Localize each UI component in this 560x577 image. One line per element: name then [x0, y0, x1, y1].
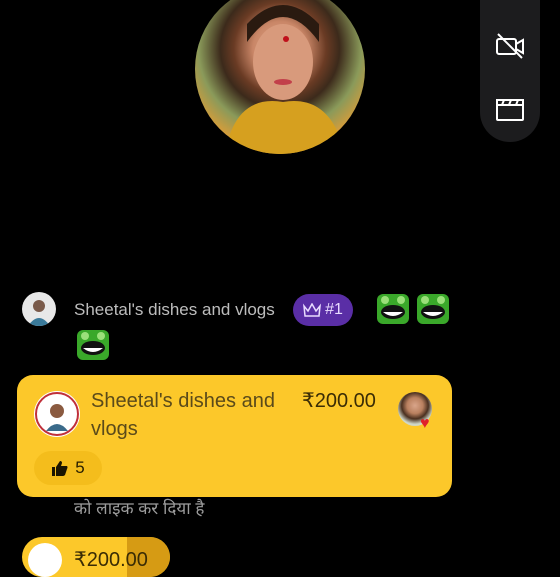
laughing-frog-icon	[377, 294, 409, 324]
laughing-frog-icon	[77, 330, 109, 360]
chat-username[interactable]: Sheetal's dishes and vlogs	[74, 300, 275, 320]
gift-sender-name: Sheetal's dishes and vlogs	[91, 390, 275, 440]
system-message: को लाइक कर दिया है	[74, 499, 205, 518]
chat-message: Sheetal's dishes and vlogs #1	[22, 292, 542, 360]
host-avatar[interactable]	[195, 0, 365, 154]
user-avatar[interactable]	[22, 292, 56, 326]
gift-card-partial[interactable]: ₹200.00	[22, 537, 170, 577]
gift-amount: ₹200.00	[302, 390, 376, 412]
like-count: 5	[75, 458, 85, 477]
host-photo	[225, 5, 345, 154]
heart-icon: ♥	[420, 415, 430, 432]
sender-logo[interactable]	[34, 391, 80, 437]
rank-badge: #1	[293, 294, 353, 326]
thumbs-up-icon	[52, 461, 68, 476]
gift-card[interactable]: Sheetal's dishes and vlogs ₹200.00 ♥ 5	[17, 375, 452, 497]
side-panel	[480, 0, 540, 142]
like-button[interactable]: 5	[34, 451, 102, 485]
rank-label: #1	[325, 301, 343, 318]
laughing-frog-icon	[417, 294, 449, 324]
video-off-icon[interactable]	[494, 30, 526, 62]
sender-logo	[28, 543, 62, 577]
crown-icon	[303, 303, 322, 317]
clapperboard-icon[interactable]	[494, 94, 526, 126]
